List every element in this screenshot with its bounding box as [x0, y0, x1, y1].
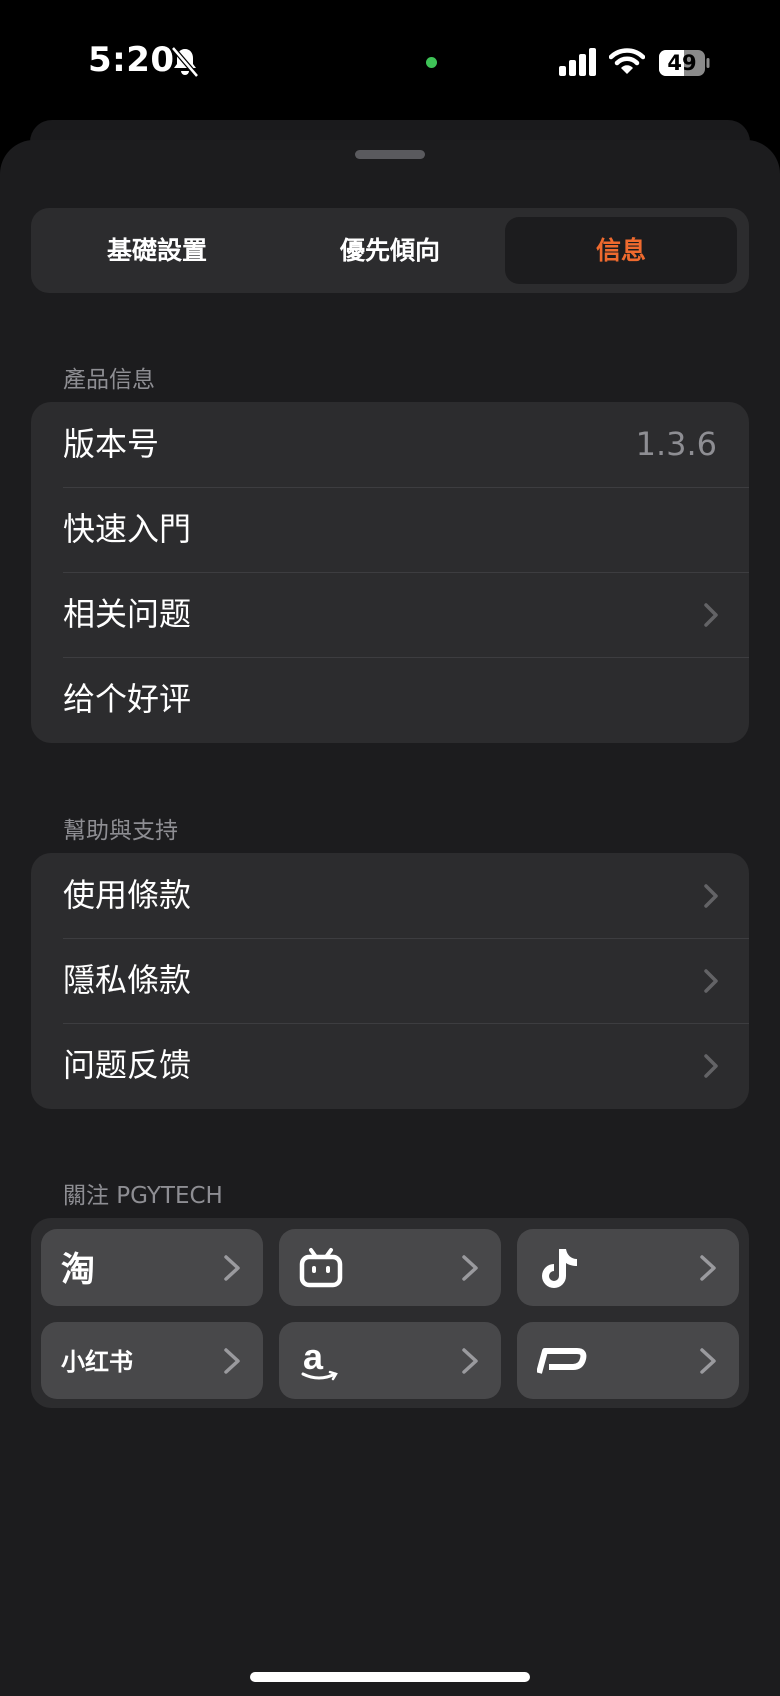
tab-preferences[interactable]: 優先傾向 [274, 217, 506, 284]
section-header-help-support: 幫助與支持 [63, 818, 178, 844]
tiktok-link[interactable] [517, 1229, 739, 1306]
tab-basic-settings[interactable]: 基礎設置 [41, 217, 273, 284]
version-row: 版本号 1.3.6 [31, 402, 749, 487]
camera-indicator-icon [426, 57, 437, 68]
settings-tabs: 基礎設置 優先傾向 信息 [31, 208, 749, 293]
chevron-right-icon [704, 884, 718, 908]
chevron-right-icon [704, 969, 718, 993]
section-header-follow: 關注 PGYTECH [63, 1183, 223, 1209]
privacy-policy-row[interactable]: 隱私條款 [31, 938, 749, 1023]
home-indicator[interactable] [250, 1672, 530, 1682]
quick-start-label: 快速入門 [63, 510, 192, 548]
taobao-link[interactable]: 淘 [41, 1229, 263, 1306]
faq-row[interactable]: 相关问题 [31, 572, 749, 657]
tab-info[interactable]: 信息 [505, 217, 737, 284]
feedback-label: 问题反馈 [63, 1046, 192, 1084]
bilibili-icon [299, 1248, 343, 1288]
rate-app-row[interactable]: 给个好评 [31, 657, 749, 742]
product-info-group: 版本号 1.3.6 快速入門 相关问题 给个好评 [31, 402, 749, 743]
social-links-grid: 淘 小红书 a [31, 1218, 749, 1408]
chevron-right-icon [704, 603, 718, 627]
silent-bell-icon [171, 46, 199, 78]
status-time: 5:20 [88, 40, 175, 80]
pgytech-link[interactable] [517, 1322, 739, 1399]
xiaohongshu-icon: 小红书 [61, 1348, 133, 1376]
section-header-product-info: 產品信息 [63, 367, 155, 393]
terms-of-use-label: 使用條款 [63, 876, 192, 914]
rate-app-label: 给个好评 [63, 680, 192, 718]
taobao-icon: 淘 [61, 1250, 95, 1290]
chevron-right-icon [462, 1255, 478, 1281]
svg-text:a: a [303, 1339, 324, 1377]
version-value: 1.3.6 [635, 425, 717, 463]
chevron-right-icon [224, 1255, 240, 1281]
privacy-policy-label: 隱私條款 [63, 961, 192, 999]
help-support-group: 使用條款 隱私條款 问题反馈 [31, 853, 749, 1109]
svg-text:小红书: 小红书 [61, 1348, 133, 1376]
status-bar: 5:20 49 [0, 0, 780, 120]
feedback-row[interactable]: 问题反馈 [31, 1023, 749, 1108]
svg-text:淘: 淘 [61, 1250, 95, 1290]
chevron-right-icon [700, 1255, 716, 1281]
sheet-grabber[interactable] [355, 150, 425, 159]
xiaohongshu-link[interactable]: 小红书 [41, 1322, 263, 1399]
chevron-right-icon [704, 1054, 718, 1078]
tiktok-icon [542, 1249, 577, 1288]
amazon-icon: a [301, 1339, 338, 1381]
quick-start-row[interactable]: 快速入門 [31, 487, 749, 572]
chevron-right-icon [224, 1348, 240, 1374]
terms-of-use-row[interactable]: 使用條款 [31, 853, 749, 938]
faq-label: 相关问题 [63, 595, 192, 633]
wifi-icon [609, 48, 645, 74]
bilibili-link[interactable] [279, 1229, 501, 1306]
pgytech-icon [537, 1348, 587, 1374]
version-label: 版本号 [63, 425, 160, 463]
amazon-link[interactable]: a [279, 1322, 501, 1399]
battery-level: 49 [667, 51, 697, 75]
chevron-right-icon [700, 1348, 716, 1374]
chevron-right-icon [462, 1348, 478, 1374]
signal-icon [559, 48, 596, 76]
